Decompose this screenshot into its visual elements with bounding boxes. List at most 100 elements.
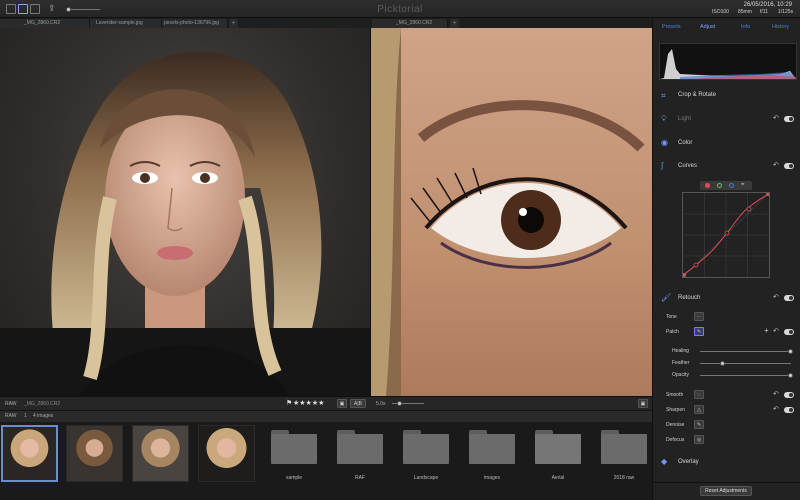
rating-stars[interactable]: ★★★★★ — [293, 399, 324, 407]
crop-icon: ⌗ — [661, 91, 666, 100]
opacity-label: Opacity — [672, 372, 689, 378]
folder-raf[interactable] — [337, 430, 383, 464]
main-photo-portrait[interactable] — [0, 28, 370, 396]
healing-slider-knob[interactable] — [788, 349, 793, 354]
folder-2018-raw[interactable] — [601, 430, 647, 464]
folder-label: images — [483, 475, 501, 481]
ab-compare-button[interactable]: A|B — [350, 399, 366, 408]
panel-divider — [653, 482, 800, 483]
aperture: f/11 — [760, 9, 768, 15]
opacity-slider-knob[interactable] — [788, 373, 793, 378]
portrait-image — [0, 51, 370, 396]
opacity-slider[interactable] — [700, 375, 791, 376]
eyedropper-icon[interactable]: ⌖ — [741, 182, 744, 189]
thumbnail-3[interactable] — [132, 425, 189, 482]
sharpen-toggle[interactable] — [784, 407, 794, 413]
split-divider[interactable] — [370, 28, 371, 410]
iso-value: ISO100 — [712, 9, 729, 15]
section-curves[interactable]: Curves — [678, 163, 697, 169]
reset-patch-icon[interactable]: ↶ — [773, 327, 779, 335]
healing-slider[interactable] — [700, 351, 791, 352]
folder-label: Aerial — [551, 475, 565, 481]
smooth-toggle[interactable] — [784, 392, 794, 398]
patch-toggle[interactable] — [784, 329, 794, 335]
section-retouch[interactable]: Retouch — [678, 295, 700, 301]
camera-icon[interactable]: ▣ — [337, 399, 347, 408]
app-title: Picktorial — [377, 4, 423, 15]
section-crop[interactable]: Crop & Rotate — [678, 92, 716, 98]
add-tab-button[interactable]: + — [229, 19, 238, 28]
feather-label: Feather — [672, 360, 690, 366]
retouch-icon: 🖌︎ — [661, 293, 672, 302]
reset-curves-icon[interactable]: ↶ — [773, 161, 779, 169]
folder-label: Landscape — [413, 475, 439, 481]
thumbnail-2[interactable] — [66, 425, 123, 482]
reset-sharpen-icon[interactable]: ↶ — [773, 405, 779, 413]
tab-history[interactable]: History — [772, 24, 789, 30]
tab-pexels[interactable]: pexels-photo-136796.jpg — [162, 19, 228, 28]
focal-length: 85mm — [738, 9, 752, 15]
reset-smooth-icon[interactable]: ↶ — [773, 390, 779, 398]
tab-info[interactable]: Info — [741, 24, 750, 30]
tone-label: Tone — [666, 314, 677, 320]
folder-sample[interactable] — [271, 430, 317, 464]
add-patch-icon[interactable]: + — [764, 326, 769, 335]
defocus-button[interactable]: ◎ — [694, 435, 704, 444]
tab-lavender[interactable]: Lavender-sample.jpg — [90, 19, 162, 28]
add-tab-button-right[interactable]: + — [450, 19, 459, 28]
feather-slider[interactable] — [700, 363, 791, 364]
folder-aerial[interactable] — [535, 430, 581, 464]
eye-closeup-image — [371, 28, 645, 396]
filename-label: _MG_2860.CR2 — [24, 401, 61, 407]
sharpen-label: Sharpen — [666, 407, 685, 413]
overlay-icon: ◆ — [661, 457, 668, 466]
green-channel-dot[interactable] — [717, 183, 722, 188]
folder-landscape[interactable] — [403, 430, 449, 464]
thumbnail-1[interactable] — [1, 425, 58, 482]
compare-zoom-knob[interactable] — [397, 401, 402, 406]
patch-button[interactable]: ✎ — [694, 327, 704, 336]
tab-presets[interactable]: Presets — [662, 24, 681, 30]
feather-slider-knob[interactable] — [719, 361, 725, 366]
folder-images[interactable] — [469, 430, 515, 464]
red-channel-dot[interactable] — [705, 183, 710, 188]
light-icon: 💡︎ — [661, 114, 667, 123]
histogram — [659, 43, 797, 80]
tone-button[interactable]: ⋯ — [694, 312, 704, 321]
healing-label: Healing — [672, 348, 689, 354]
compare-photo-eye[interactable] — [371, 28, 652, 396]
smooth-button[interactable]: ◌ — [694, 390, 704, 399]
reset-retouch-icon[interactable]: ↶ — [773, 293, 779, 301]
filmstrip-images: 4 images — [33, 413, 54, 419]
retouch-toggle[interactable] — [784, 295, 794, 301]
light-toggle[interactable] — [784, 116, 794, 122]
capture-date: 26/05/2016, 10:29 — [743, 2, 792, 8]
tab-mg-2860[interactable]: _MG_2860.CR2 — [0, 19, 90, 28]
denoise-button[interactable]: ✎ — [694, 420, 704, 429]
section-light[interactable]: Light — [678, 116, 691, 122]
camera-icon-right[interactable]: ▣ — [638, 399, 648, 408]
tab-label: Lavender-sample.jpg — [96, 20, 143, 26]
curves-icon: ∫ — [661, 161, 664, 170]
curve-graph[interactable] — [682, 192, 770, 278]
curves-toggle[interactable] — [784, 163, 794, 169]
section-overlay[interactable]: Overlay — [678, 459, 699, 465]
folder-label: sample — [285, 475, 303, 481]
tab-label: pexels-photo-136796.jpg — [164, 20, 220, 26]
folder-label: RAF — [355, 475, 365, 481]
filmstrip-format: RAW — [5, 413, 17, 419]
flag-icon[interactable]: ⚑ — [286, 399, 292, 407]
tab-adjust[interactable]: Adjust — [700, 24, 715, 30]
blue-channel-dot[interactable] — [729, 183, 734, 188]
sharpen-button[interactable]: △ — [694, 405, 704, 414]
tab-label: _MG_2860.CR2 — [24, 20, 61, 26]
thumbnail-4[interactable] — [198, 425, 255, 482]
section-color[interactable]: Color — [678, 140, 692, 146]
tab-mg-2860-right[interactable]: _MG_2860.CR2 — [372, 19, 448, 28]
curve-svg — [682, 192, 770, 278]
status-bar — [0, 396, 652, 410]
filmstrip-bar — [0, 410, 652, 422]
tab-label: _MG_2860.CR2 — [396, 20, 433, 26]
reset-light-icon[interactable]: ↶ — [773, 114, 779, 122]
reset-adjustments-button[interactable]: Reset Adjustments — [700, 486, 752, 496]
